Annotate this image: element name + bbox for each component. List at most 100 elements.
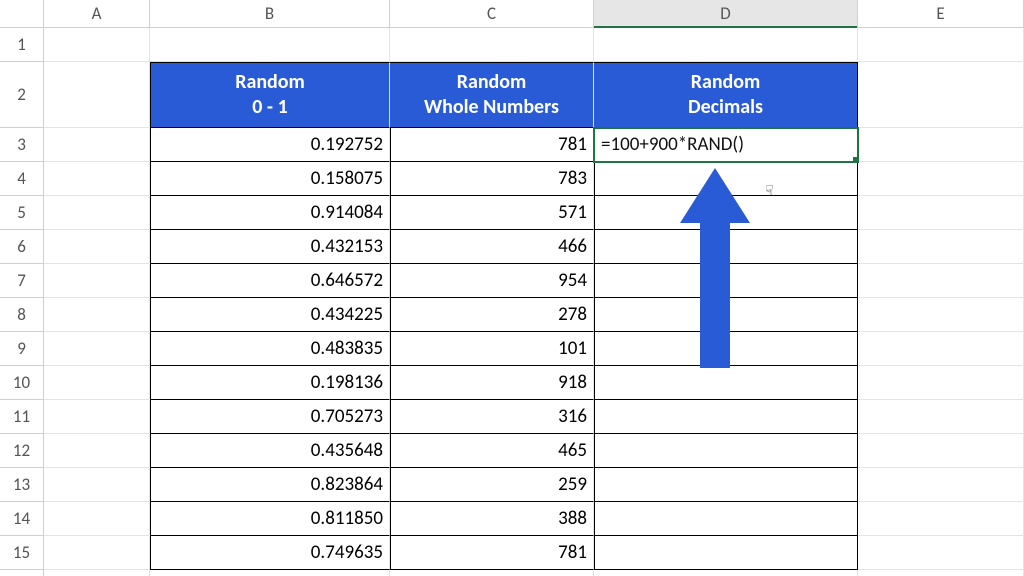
row-header-10[interactable]: 10 [0, 366, 44, 400]
cell-C5[interactable]: 571 [390, 196, 594, 230]
cell-A15[interactable] [44, 536, 150, 570]
row-header-12[interactable]: 12 [0, 434, 44, 468]
cell-D16[interactable] [594, 570, 858, 576]
row-header-1[interactable]: 1 [0, 28, 44, 62]
cell-E6[interactable] [858, 230, 1024, 264]
cell-B8[interactable]: 0.434225 [150, 298, 390, 332]
cell-D4[interactable] [594, 162, 858, 196]
row-header-2[interactable]: 2 [0, 62, 44, 128]
cell-C9[interactable]: 101 [390, 332, 594, 366]
cell-B5[interactable]: 0.914084 [150, 196, 390, 230]
cell-E15[interactable] [858, 536, 1024, 570]
cell-B11[interactable]: 0.705273 [150, 400, 390, 434]
cell-D15[interactable] [594, 536, 858, 570]
cell-A5[interactable] [44, 196, 150, 230]
cell-C6[interactable]: 466 [390, 230, 594, 264]
cell-B15[interactable]: 0.749635 [150, 536, 390, 570]
cell-C7[interactable]: 954 [390, 264, 594, 298]
cell-B16[interactable] [150, 570, 390, 576]
cell-D6[interactable] [594, 230, 858, 264]
cell-A7[interactable] [44, 264, 150, 298]
row-header-13[interactable]: 13 [0, 468, 44, 502]
cell-B14[interactable]: 0.811850 [150, 502, 390, 536]
cell-C8[interactable]: 278 [390, 298, 594, 332]
cell-A1[interactable] [44, 28, 150, 62]
cell-C3[interactable]: 781 [390, 128, 594, 162]
cell-D9[interactable] [594, 332, 858, 366]
row-header-6[interactable]: 6 [0, 230, 44, 264]
cell-C11[interactable]: 316 [390, 400, 594, 434]
cell-A6[interactable] [44, 230, 150, 264]
col-header-B[interactable]: B [150, 0, 390, 27]
cell-A12[interactable] [44, 434, 150, 468]
cell-A8[interactable] [44, 298, 150, 332]
cell-B3[interactable]: 0.192752 [150, 128, 390, 162]
cell-E7[interactable] [858, 264, 1024, 298]
cell-A13[interactable] [44, 468, 150, 502]
cell-C15[interactable]: 781 [390, 536, 594, 570]
cell-D8[interactable] [594, 298, 858, 332]
row-header-8[interactable]: 8 [0, 298, 44, 332]
cell-A2[interactable] [44, 62, 150, 128]
cell-E5[interactable] [858, 196, 1024, 230]
cell-C14[interactable]: 388 [390, 502, 594, 536]
cell-E8[interactable] [858, 298, 1024, 332]
cell-A16[interactable] [44, 570, 150, 576]
cell-D12[interactable] [594, 434, 858, 468]
cell-C16[interactable] [390, 570, 594, 576]
cell-A4[interactable] [44, 162, 150, 196]
col-header-C[interactable]: C [390, 0, 594, 27]
cell-E12[interactable] [858, 434, 1024, 468]
cell-B12[interactable]: 0.435648 [150, 434, 390, 468]
cell-E13[interactable] [858, 468, 1024, 502]
col-header-A[interactable]: A [44, 0, 150, 27]
cell-D7[interactable] [594, 264, 858, 298]
cell-C1[interactable] [390, 28, 594, 62]
cell-C10[interactable]: 918 [390, 366, 594, 400]
cell-C13[interactable]: 259 [390, 468, 594, 502]
row-header-14[interactable]: 14 [0, 502, 44, 536]
cell-A3[interactable] [44, 128, 150, 162]
cell-E16[interactable] [858, 570, 1024, 576]
cell-B9[interactable]: 0.483835 [150, 332, 390, 366]
cell-A9[interactable] [44, 332, 150, 366]
row-header-11[interactable]: 11 [0, 400, 44, 434]
row-header-4[interactable]: 4 [0, 162, 44, 196]
cell-B10[interactable]: 0.198136 [150, 366, 390, 400]
cell-E11[interactable] [858, 400, 1024, 434]
select-all-corner[interactable] [0, 0, 44, 27]
row-header-15[interactable]: 15 [0, 536, 44, 570]
cell-B7[interactable]: 0.646572 [150, 264, 390, 298]
cell-C4[interactable]: 783 [390, 162, 594, 196]
table-header-D[interactable]: Random Decimals [594, 62, 858, 128]
row-header-16[interactable]: 16 [0, 570, 44, 576]
cell-D11[interactable] [594, 400, 858, 434]
cell-B13[interactable]: 0.823864 [150, 468, 390, 502]
cell-E2[interactable] [858, 62, 1024, 128]
cell-A14[interactable] [44, 502, 150, 536]
row-header-9[interactable]: 9 [0, 332, 44, 366]
cell-D14[interactable] [594, 502, 858, 536]
cell-D13[interactable] [594, 468, 858, 502]
table-header-B[interactable]: Random 0 - 1 [150, 62, 390, 128]
cell-E10[interactable] [858, 366, 1024, 400]
cell-E3[interactable] [858, 128, 1024, 162]
cell-E4[interactable] [858, 162, 1024, 196]
cell-D5[interactable] [594, 196, 858, 230]
cell-E14[interactable] [858, 502, 1024, 536]
cell-D10[interactable] [594, 366, 858, 400]
cell-C12[interactable]: 465 [390, 434, 594, 468]
cell-B4[interactable]: 0.158075 [150, 162, 390, 196]
cell-B6[interactable]: 0.432153 [150, 230, 390, 264]
cell-D3[interactable]: =100+900*RAND() [594, 128, 858, 162]
cell-D1[interactable] [594, 28, 858, 62]
cell-A10[interactable] [44, 366, 150, 400]
cell-B1[interactable] [150, 28, 390, 62]
row-header-5[interactable]: 5 [0, 196, 44, 230]
cell-E1[interactable] [858, 28, 1024, 62]
row-header-3[interactable]: 3 [0, 128, 44, 162]
col-header-E[interactable]: E [858, 0, 1024, 27]
row-header-7[interactable]: 7 [0, 264, 44, 298]
cell-A11[interactable] [44, 400, 150, 434]
cell-E9[interactable] [858, 332, 1024, 366]
